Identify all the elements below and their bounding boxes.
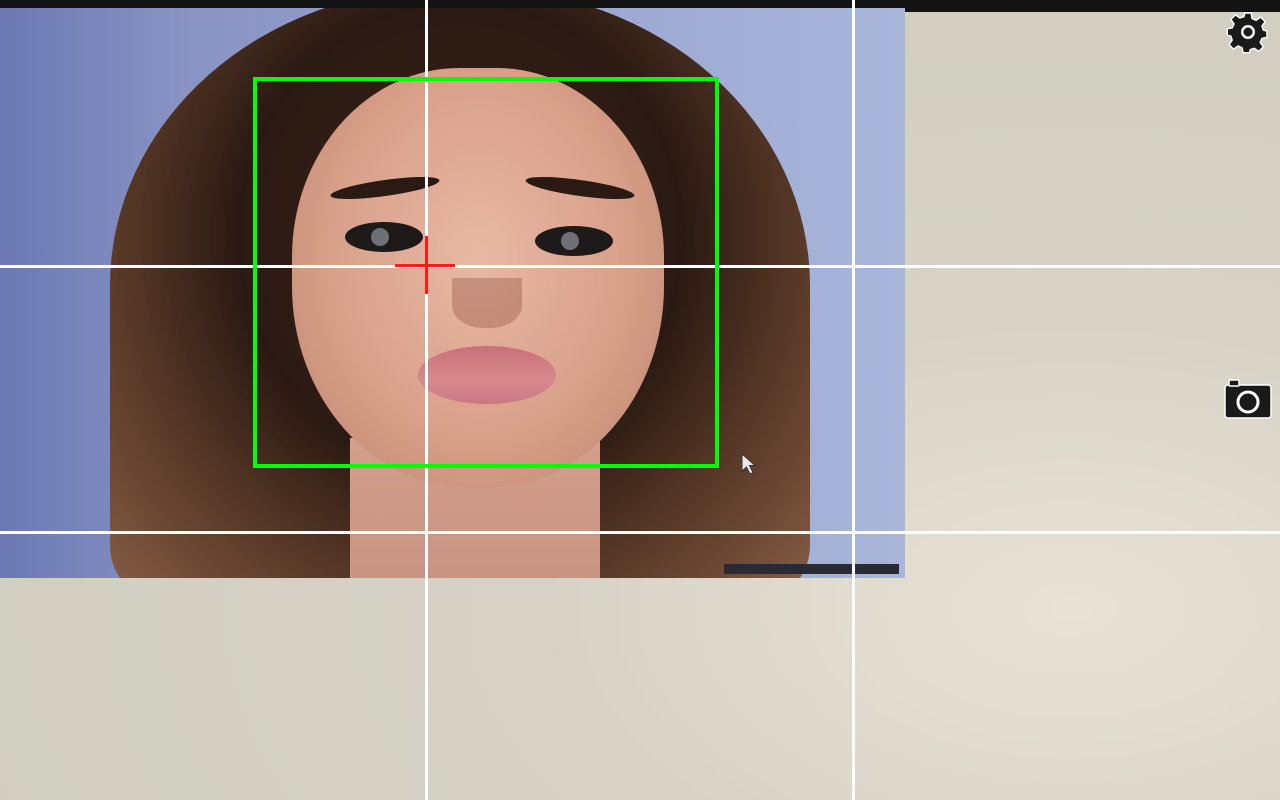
photo-watermark	[724, 564, 899, 574]
settings-button[interactable]	[1224, 8, 1272, 56]
grid-line-horizontal-2	[0, 531, 1280, 534]
focus-crosshair-vertical	[425, 236, 428, 294]
camera-viewfinder[interactable]	[0, 0, 1280, 800]
gear-icon	[1226, 12, 1268, 54]
mouse-cursor-icon	[741, 453, 757, 475]
camera-icon	[1224, 379, 1272, 419]
face-detection-box	[253, 77, 719, 468]
grid-line-vertical-2	[852, 0, 855, 800]
capture-button[interactable]	[1224, 378, 1272, 420]
